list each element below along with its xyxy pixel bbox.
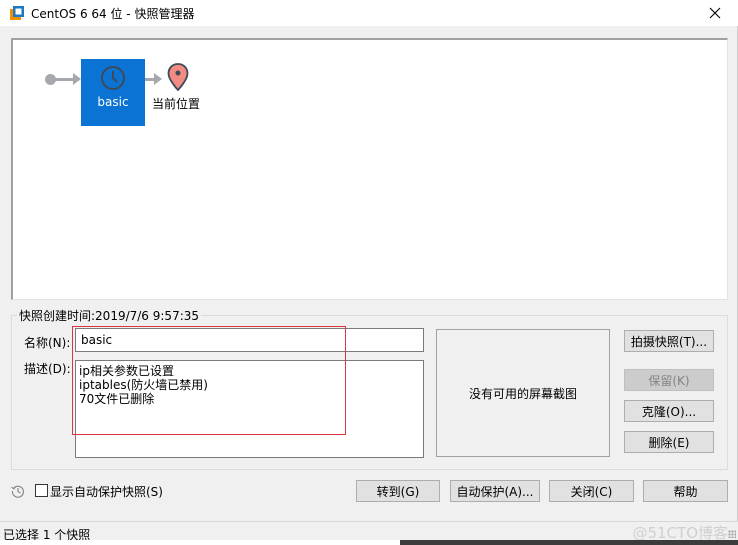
resize-grip[interactable]: [728, 530, 736, 538]
snapshot-manager-window: CentOS 6 64 位 - 快照管理器 basic 当前位置 快照创建时间:…: [0, 0, 738, 542]
description-label: 描述(D):: [24, 362, 71, 376]
close-button[interactable]: 关闭(C): [549, 480, 634, 502]
snapshot-node-label: basic: [97, 95, 129, 109]
title-bar: CentOS 6 64 位 - 快照管理器: [0, 0, 738, 26]
location-pin-icon[interactable]: [167, 63, 189, 91]
no-screenshot-text: 没有可用的屏幕截图: [468, 386, 577, 401]
connector-arrow-icon: [154, 73, 162, 85]
take-snapshot-button[interactable]: 拍摄快照(T)...: [624, 330, 714, 352]
keep-button[interactable]: 保留(K): [624, 369, 714, 391]
show-autoprotect-label[interactable]: 显示自动保护快照(S): [50, 483, 163, 500]
snapshot-description-textarea[interactable]: ip相关参数已设置 iptables(防火墙已禁用) 70文件已删除: [75, 360, 424, 458]
snapshot-node-basic[interactable]: basic: [81, 59, 145, 126]
vmware-icon: [10, 6, 24, 20]
goto-button[interactable]: 转到(G): [356, 480, 440, 502]
screenshot-preview: 没有可用的屏幕截图: [436, 329, 610, 457]
window-title: CentOS 6 64 位 - 快照管理器: [31, 7, 195, 21]
delete-button[interactable]: 删除(E): [624, 431, 714, 453]
snapshot-tree-panel[interactable]: basic 当前位置: [11, 38, 728, 300]
snapshot-created-time: 快照创建时间:2019/7/6 9:57:35: [17, 307, 202, 324]
show-autoprotect-checkbox[interactable]: [35, 484, 48, 497]
clone-button[interactable]: 克隆(O)...: [624, 400, 714, 422]
clock-icon: [101, 66, 125, 90]
close-icon: [709, 7, 721, 19]
autoprotect-button[interactable]: 自动保护(A)...: [450, 480, 540, 502]
current-location-label: 当前位置: [152, 97, 201, 111]
close-window-button[interactable]: [692, 0, 738, 26]
connector-arrow-icon: [73, 73, 81, 85]
background-desktop: [400, 540, 738, 545]
connector-line: [55, 78, 73, 81]
snapshot-name-input[interactable]: [75, 328, 424, 352]
help-button[interactable]: 帮助: [643, 480, 728, 502]
name-label: 名称(N):: [24, 336, 71, 350]
status-bar: 已选择 1 个快照 @51CTO博客: [0, 521, 738, 542]
history-icon: [11, 485, 25, 498]
